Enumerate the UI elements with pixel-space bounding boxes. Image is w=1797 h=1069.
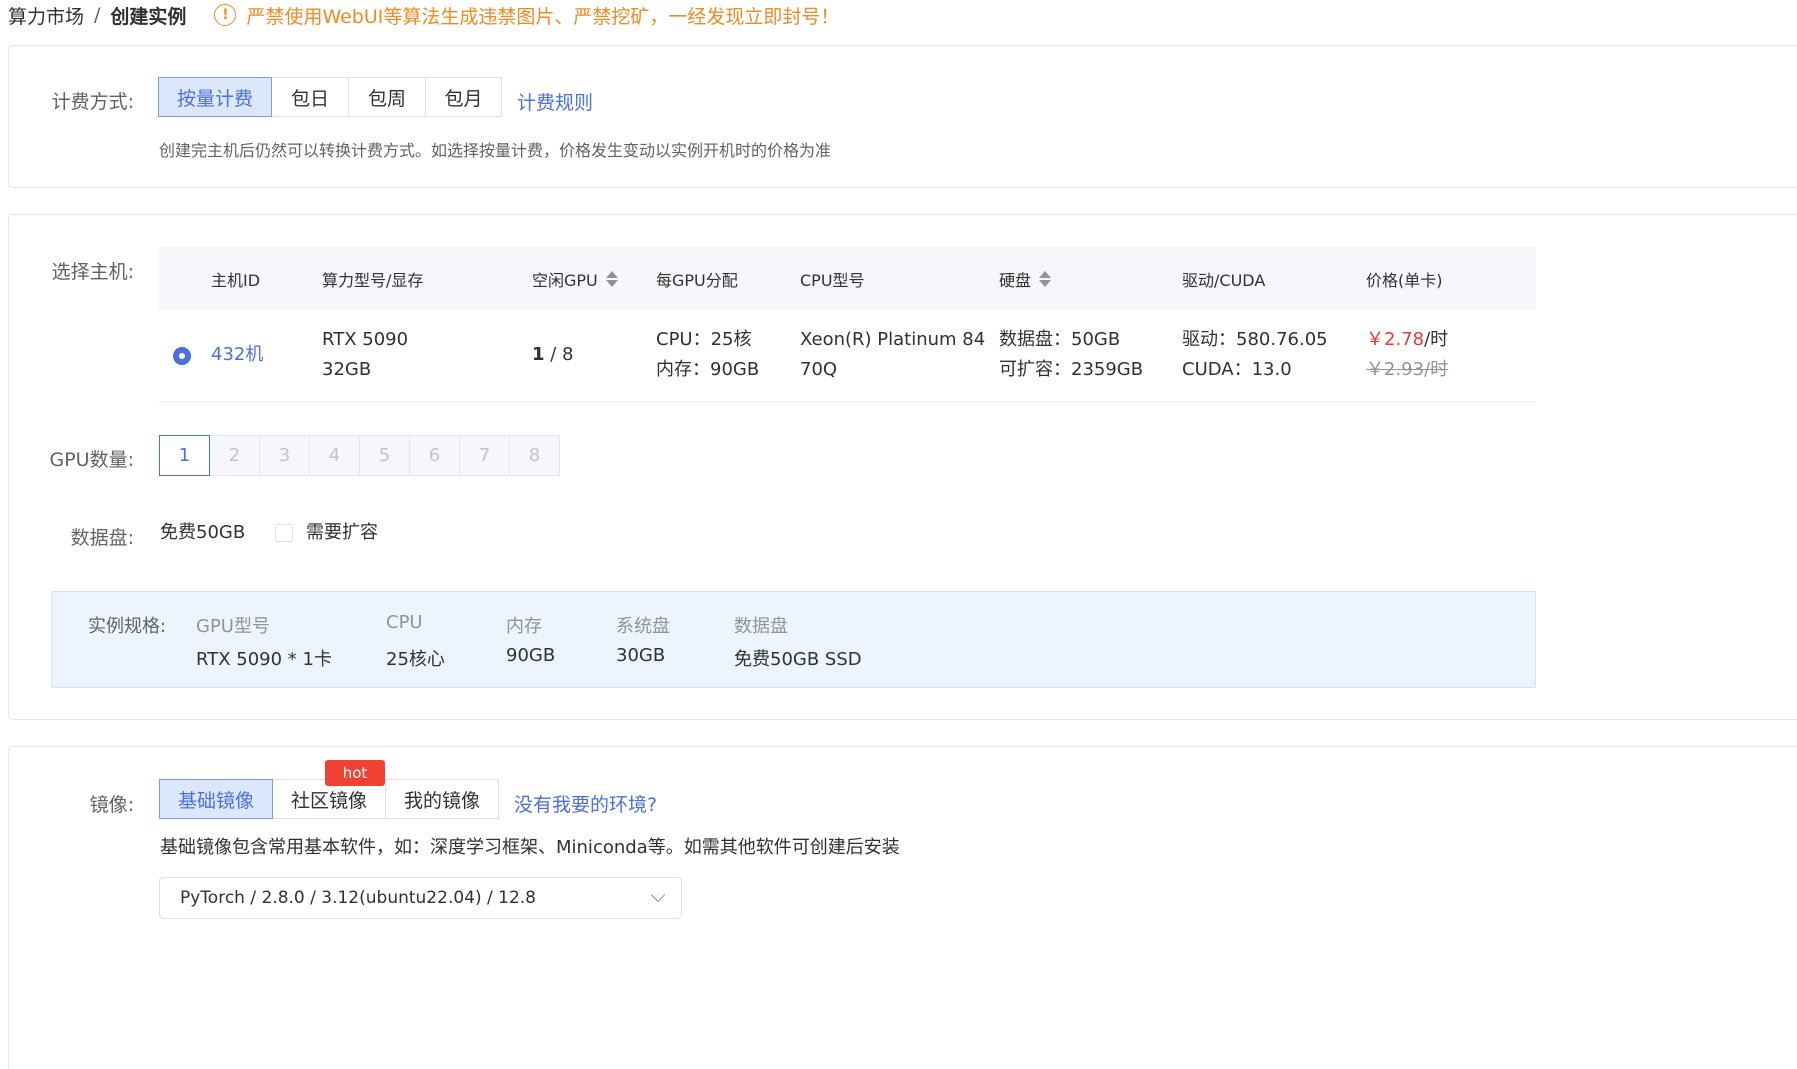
- sort-icon[interactable]: [1039, 271, 1052, 287]
- free-gpu-count: 1: [532, 344, 545, 365]
- cuda-version: CUDA：13.0: [1182, 359, 1292, 380]
- tab-my-image[interactable]: 我的镜像: [385, 779, 499, 819]
- col-disk-label: 硬盘: [999, 271, 1032, 290]
- warning-text: 严禁使用WebUI等算法生成违禁图片、严禁挖矿，一经发现立即封号！: [246, 5, 840, 28]
- col-free-gpu-label: 空闲GPU: [532, 271, 598, 290]
- gpu-model: RTX 5090: [322, 329, 409, 350]
- host-disk: 数据盘：50GB 可扩容：2359GB: [999, 325, 1143, 385]
- expand-label[interactable]: 需要扩容: [306, 518, 378, 548]
- billing-option-monthly[interactable]: 包月: [425, 77, 502, 117]
- price-original: ￥2.93/时: [1366, 359, 1449, 380]
- billing-hint: 创建完主机后仍然可以转换计费方式。如选择按量计费，价格发生变动以实例开机时的价格…: [159, 141, 832, 160]
- table-row[interactable]: 432机 RTX 5090 32GB 1 / 8 CPU：25核 内存：90GB…: [159, 310, 1536, 402]
- gpu-vram: 32GB: [322, 359, 372, 380]
- image-label: 镜像:: [89, 794, 134, 816]
- hot-badge: hot: [325, 760, 385, 786]
- cpu-alloc: CPU：25核: [656, 329, 752, 350]
- col-disk[interactable]: 硬盘: [999, 267, 1052, 291]
- expand-checkbox[interactable]: [275, 524, 293, 542]
- instance-spec-box: 实例规格: GPU型号 RTX 5090 * 1卡 CPU 25核心 内存 90…: [51, 591, 1536, 688]
- chevron-down-icon: [650, 887, 666, 903]
- col-model: 算力型号/显存: [322, 271, 424, 290]
- billing-panel: 计费方式: 按量计费 包日 包周 包月 计费规则 创建完主机后仍然可以转换计费方…: [8, 45, 1797, 188]
- disk-size: 数据盘：50GB: [999, 329, 1121, 350]
- gpu-count-option[interactable]: 1: [159, 435, 210, 476]
- col-per-gpu: 每GPU分配: [656, 271, 738, 290]
- cpu-model-line2: 70Q: [800, 359, 838, 380]
- host-model: RTX 5090 32GB: [322, 325, 408, 385]
- gpu-count-option[interactable]: 6: [409, 435, 460, 476]
- col-free-gpu[interactable]: 空闲GPU: [532, 267, 618, 291]
- host-radio[interactable]: [173, 347, 191, 365]
- host-label: 选择主机:: [51, 261, 134, 283]
- spec-mem-value: 90GB: [506, 645, 556, 666]
- sort-icon[interactable]: [605, 271, 618, 287]
- billing-rules-link[interactable]: 计费规则: [517, 88, 593, 115]
- spec-label: 实例规格:: [88, 616, 167, 637]
- total-gpu-count: / 8: [544, 344, 574, 365]
- billing-option-hourly[interactable]: 按量计费: [158, 77, 272, 117]
- host-table-header: 主机ID 算力型号/显存 空闲GPU 每GPU分配 CPU型号 硬盘 驱动/CU…: [159, 247, 1536, 310]
- price-now: ￥2.78: [1366, 329, 1425, 350]
- billing-label: 计费方式:: [51, 91, 134, 113]
- col-host-id: 主机ID: [211, 271, 261, 290]
- host-free-gpu: 1 / 8: [532, 340, 574, 370]
- spec-mem-key: 内存: [506, 616, 542, 637]
- mem-alloc: 内存：90GB: [656, 359, 760, 380]
- image-version-value: PyTorch / 2.8.0 / 3.12(ubuntu22.04) / 12…: [180, 888, 536, 908]
- spec-gpu-key: GPU型号: [196, 616, 270, 637]
- driver-version: 驱动：580.76.05: [1182, 329, 1328, 350]
- spec-gpu-value: RTX 5090 * 1卡: [196, 649, 332, 670]
- spec-sysdisk-value: 30GB: [616, 645, 666, 666]
- host-panel: 选择主机: 主机ID 算力型号/显存 空闲GPU 每GPU分配 CPU型号 硬盘…: [8, 214, 1797, 720]
- spec-datadisk-value: 免费50GB SSD: [734, 649, 862, 670]
- host-id[interactable]: 432机: [211, 340, 263, 370]
- gpu-count-option[interactable]: 5: [359, 435, 410, 476]
- missing-env-link[interactable]: 没有我要的环境?: [514, 790, 657, 817]
- spec-sysdisk-key: 系统盘: [616, 616, 670, 637]
- price-current: ￥2.78/时: [1366, 325, 1448, 355]
- billing-option-daily[interactable]: 包日: [271, 77, 349, 117]
- gpu-count-option[interactable]: 4: [309, 435, 360, 476]
- disk-expand: 可扩容：2359GB: [999, 359, 1144, 380]
- gpu-count-label: GPU数量:: [49, 449, 135, 471]
- host-cpu-model: Xeon(R) Platinum 84 70Q: [800, 325, 985, 385]
- host-price: ￥2.78/时 ￥2.93/时: [1366, 325, 1448, 385]
- breadcrumb-current: 创建实例: [110, 5, 187, 28]
- warning-banner: ! 严禁使用WebUI等算法生成违禁图片、严禁挖矿，一经发现立即封号！: [214, 2, 839, 29]
- billing-mode-group: 按量计费 包日 包周 包月: [158, 77, 502, 117]
- col-price: 价格(单卡): [1366, 271, 1443, 290]
- gpu-count-option[interactable]: 7: [459, 435, 510, 476]
- warning-circle-icon: !: [214, 4, 237, 26]
- gpu-count-option[interactable]: 3: [259, 435, 310, 476]
- host-driver: 驱动：580.76.05 CUDA：13.0: [1182, 325, 1328, 385]
- cpu-model-line1: Xeon(R) Platinum 84: [800, 329, 986, 350]
- image-version-select[interactable]: PyTorch / 2.8.0 / 3.12(ubuntu22.04) / 12…: [159, 877, 682, 919]
- gpu-count-selector: 1 2 3 4 5 6 7 8: [159, 435, 560, 476]
- col-cpu-model: CPU型号: [800, 271, 865, 290]
- col-driver: 驱动/CUDA: [1182, 271, 1266, 290]
- billing-option-weekly[interactable]: 包周: [348, 77, 426, 117]
- breadcrumb-separator: /: [94, 4, 101, 26]
- breadcrumb-parent[interactable]: 算力市场: [8, 2, 84, 29]
- image-hint: 基础镜像包含常用基本软件，如：深度学习框架、Miniconda等。如需其他软件可…: [160, 837, 900, 858]
- spec-datadisk-key: 数据盘: [734, 616, 788, 637]
- spec-cpu-key: CPU: [386, 612, 423, 633]
- price-unit: /时: [1424, 329, 1449, 350]
- data-disk-label: 数据盘:: [70, 527, 134, 549]
- spec-cpu-value: 25核心: [386, 649, 445, 670]
- tab-base-image[interactable]: 基础镜像: [159, 779, 273, 819]
- gpu-count-option[interactable]: 8: [509, 435, 560, 476]
- gpu-count-option[interactable]: 2: [209, 435, 260, 476]
- data-disk-free: 免费50GB: [160, 522, 246, 543]
- page-header: 算力市场 / 创建实例 ! 严禁使用WebUI等算法生成违禁图片、严禁挖矿，一经…: [8, 2, 839, 29]
- host-per-gpu: CPU：25核 内存：90GB: [656, 325, 759, 385]
